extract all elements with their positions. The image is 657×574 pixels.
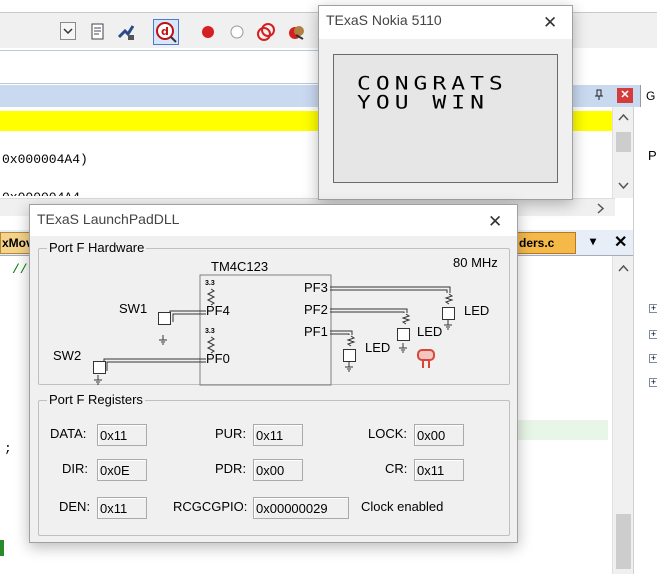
code-comment: //: [12, 262, 28, 277]
pdr-label: PDR:: [215, 461, 247, 476]
sw2-label: SW2: [53, 348, 82, 363]
nokia-window: TExaS Nokia 5110 ✕ CONGRATS YOU WIN: [318, 5, 573, 200]
breakpoint-disable-icon[interactable]: [227, 22, 247, 42]
disassembly-line: 0x000004A4): [2, 152, 88, 167]
dir-value: 0x0E: [97, 459, 147, 481]
disassembly-vscrollbar[interactable]: [612, 107, 633, 198]
code-green-fragment: [0, 540, 4, 556]
pur-value: 0x11: [253, 424, 303, 446]
pin-pf4-label: PF4: [206, 303, 230, 318]
clock-status: Clock enabled: [361, 499, 444, 514]
breakpoint-insert-icon[interactable]: [198, 22, 218, 42]
editor-line-highlight: [518, 420, 608, 440]
cr-value: 0x11: [414, 459, 464, 481]
pin-pf1-label: PF1: [304, 324, 328, 339]
close-icon[interactable]: ✕: [488, 213, 502, 230]
tree-expander-icon[interactable]: +: [649, 330, 657, 339]
red-led-icon: [417, 349, 435, 372]
led-pf3-label: LED: [464, 303, 490, 318]
launchpad-window-title: TExaS LaunchPadDLL: [37, 211, 180, 227]
sw1-label: SW1: [119, 301, 148, 316]
rcgcgpio-value: 0x00000029: [253, 497, 349, 519]
pin-pf0-label: PF0: [206, 351, 230, 366]
debug-session-icon[interactable]: d: [153, 19, 179, 45]
pullup-voltage-label: 3.3: [205, 328, 215, 335]
pdr-value: 0x00: [253, 459, 303, 481]
close-icon[interactable]: ✕: [543, 14, 557, 31]
nokia-window-title: TExaS Nokia 5110: [326, 12, 442, 28]
data-value: 0x11: [97, 424, 147, 446]
editor-tab-active[interactable]: ders.c: [516, 232, 576, 254]
port-f-hardware-group: Port F Hardware TM4C123 80 MHz 3.3 3.3 S…: [38, 240, 510, 386]
led-pf2-indicator: [397, 328, 410, 341]
led-pf1-label: LED: [365, 340, 391, 355]
lcd-screen: CONGRATS YOU WIN: [333, 54, 558, 183]
dir-label: DIR:: [62, 461, 88, 476]
port-f-registers-group: Port F Registers DATA: 0x11 PUR: 0x11 LO…: [38, 392, 510, 536]
led-pf2-label: LED: [417, 324, 443, 339]
port-f-schematic: [94, 274, 454, 386]
data-label: DATA:: [50, 426, 87, 441]
launchpad-window-body: Port F Hardware TM4C123 80 MHz 3.3 3.3 S…: [30, 236, 517, 542]
breakpoint-kill-all-icon[interactable]: [286, 22, 306, 42]
pin-icon[interactable]: [594, 89, 604, 104]
sw2-switch[interactable]: [93, 361, 106, 374]
download-flash-icon[interactable]: [116, 22, 136, 42]
svg-text:d: d: [161, 25, 169, 38]
registers-group-legend: Port F Registers: [47, 392, 145, 407]
led-pf3-indicator: [442, 307, 455, 320]
tab-list-dropdown-icon[interactable]: ▾: [590, 234, 596, 248]
right-tab-label[interactable]: G: [640, 85, 657, 107]
right-panel-label: P: [648, 148, 657, 163]
pur-label: PUR:: [215, 426, 247, 441]
ide-command-bar[interactable]: [0, 50, 330, 84]
pin-pf2-label: PF2: [304, 302, 328, 317]
pin-pf3-label: PF3: [304, 280, 328, 295]
document-icon[interactable]: [88, 22, 108, 42]
tree-expander-icon[interactable]: +: [649, 354, 657, 363]
tab-close-icon[interactable]: ✕: [614, 232, 627, 252]
lcd-line-1: CONGRATS: [357, 73, 508, 95]
pullup-voltage-label: 3.3: [205, 280, 215, 287]
den-value: 0x11: [97, 497, 147, 519]
sw1-switch[interactable]: [158, 312, 171, 325]
breakpoint-disable-all-icon[interactable]: [256, 22, 276, 42]
rcgcgpio-label: RCGCGPIO:: [173, 499, 248, 514]
tree-expander-icon[interactable]: +: [649, 378, 657, 387]
editor-vscrollbar[interactable]: [612, 256, 633, 574]
lock-label: LOCK:: [368, 426, 408, 441]
den-label: DEN:: [59, 499, 91, 514]
project-panel: [633, 107, 657, 574]
code-semicolon: ;: [4, 441, 12, 456]
pane-close-icon[interactable]: ✕: [617, 88, 633, 103]
nokia-window-body: CONGRATS YOU WIN: [319, 39, 572, 199]
cr-label: CR:: [385, 461, 408, 476]
disassembly-line-partial: 0x000004A4: [2, 190, 80, 196]
lcd-line-2: YOU WIN: [357, 92, 489, 114]
combo-dropdown-button[interactable]: [60, 22, 76, 40]
led-pf1-indicator: [343, 349, 356, 362]
lock-value: 0x00: [414, 424, 464, 446]
launchpad-window: TExaS LaunchPadDLL ✕ Port F Hardware TM4…: [29, 204, 518, 543]
tree-expander-icon[interactable]: +: [649, 304, 657, 313]
